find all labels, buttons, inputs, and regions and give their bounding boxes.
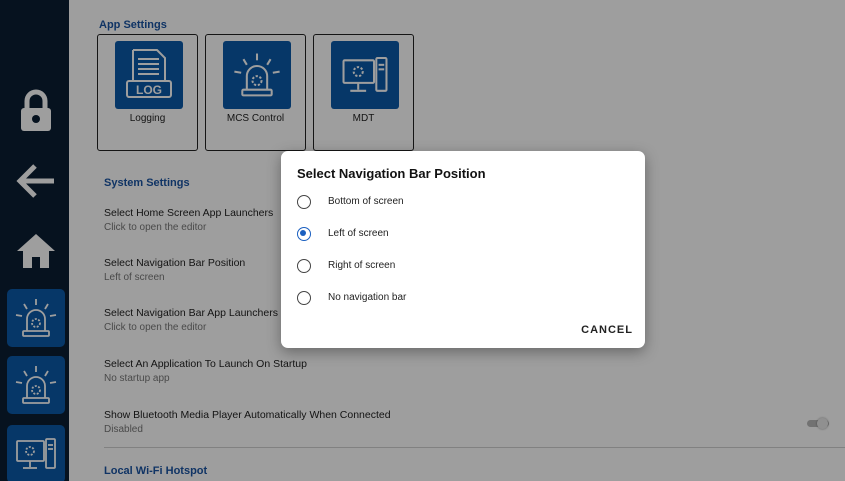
option-right-of-screen[interactable]: Right of screen (293, 254, 623, 278)
radio-button[interactable] (297, 259, 311, 273)
app-window: App Settings LOG Logging MCS Control MDT… (0, 0, 845, 481)
option-label: No navigation bar (328, 292, 407, 303)
option-label: Bottom of screen (328, 196, 404, 207)
option-bottom-of-screen[interactable]: Bottom of screen (293, 190, 623, 214)
radio-button-selected[interactable] (297, 227, 311, 241)
option-no-navigation-bar[interactable]: No navigation bar (293, 286, 623, 310)
radio-button[interactable] (297, 195, 311, 209)
option-label: Right of screen (328, 260, 396, 271)
nav-bar-position-dialog: Select Navigation Bar Position Bottom of… (281, 151, 645, 348)
option-label: Left of screen (328, 228, 389, 239)
radio-button[interactable] (297, 291, 311, 305)
dialog-title: Select Navigation Bar Position (297, 166, 486, 181)
option-left-of-screen[interactable]: Left of screen (293, 222, 623, 246)
cancel-button[interactable]: CANCEL (579, 321, 635, 339)
